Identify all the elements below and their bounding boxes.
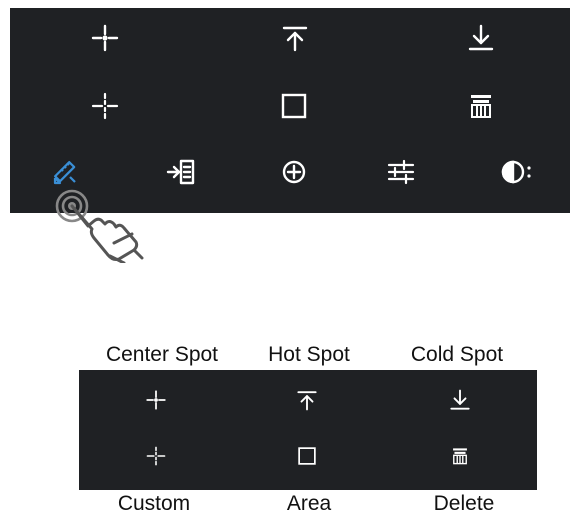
area-icon[interactable] [280, 92, 308, 120]
delete-icon [451, 446, 469, 466]
center-spot-icon [145, 389, 167, 411]
area-icon [297, 446, 317, 466]
legend-toolbar [79, 370, 537, 490]
cold-spot-icon[interactable] [467, 24, 495, 52]
cold-spot-icon [449, 389, 471, 411]
delete-icon[interactable] [468, 92, 494, 120]
label-hot-spot: Hot Spot [268, 343, 350, 366]
hot-spot-icon [296, 389, 318, 411]
target-icon[interactable] [280, 158, 308, 186]
custom-spot-icon[interactable] [91, 92, 119, 120]
tap-hand-icon [52, 183, 152, 263]
center-spot-icon[interactable] [90, 23, 120, 53]
hot-spot-icon[interactable] [281, 24, 309, 52]
measure-tool-icon[interactable] [51, 158, 79, 186]
label-center-spot: Center Spot [105, 343, 219, 366]
label-area: Area [286, 492, 332, 515]
custom-spot-icon [146, 446, 166, 466]
import-icon[interactable] [166, 158, 196, 186]
label-cold-spot: Cold Spot [410, 343, 504, 366]
adjust-sliders-icon[interactable] [386, 158, 416, 186]
palette-icon[interactable] [500, 158, 534, 186]
label-delete: Delete [433, 492, 495, 515]
label-custom: Custom [117, 492, 191, 515]
